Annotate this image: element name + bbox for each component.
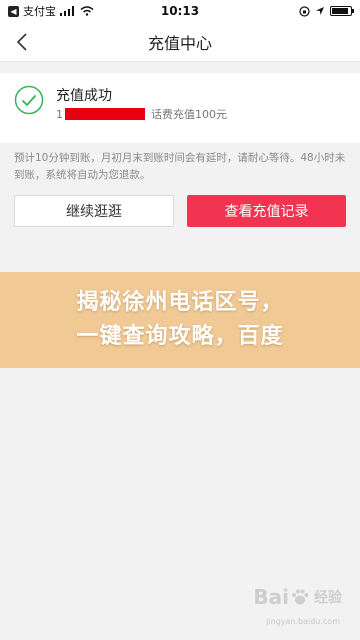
page-title: 充值中心 — [147, 33, 212, 53]
watermark-suffix: 经验 — [314, 590, 342, 606]
continue-shopping-button[interactable]: 继续逛逛 — [14, 195, 174, 227]
paw-icon — [292, 589, 309, 605]
baidu-watermark: Bai 经验 — [253, 585, 342, 609]
back-button[interactable] — [10, 30, 34, 54]
masked-phone-number — [65, 108, 145, 120]
result-card: 充值成功 1 话费充值100元 — [0, 73, 360, 143]
status-bar: ◀ 支付宝 10:13 — [0, 0, 360, 22]
back-arrow-icon[interactable]: ◀ — [8, 5, 19, 17]
status-right — [212, 5, 354, 17]
view-records-button[interactable]: 查看充值记录 — [187, 195, 346, 227]
signal-icon — [60, 6, 74, 16]
chevron-left-icon — [16, 33, 27, 51]
rotation-lock-icon — [299, 5, 310, 17]
banner-line-2: 一键查询攻略，百度 — [76, 324, 284, 349]
arrival-note: 预计10分钟到账，月初月末到账时间会有延时，请耐心等待。48小时未到账，系统将自… — [14, 152, 346, 181]
status-left: ◀ 支付宝 — [8, 3, 148, 19]
app-name: 支付宝 — [23, 5, 56, 18]
battery-level — [332, 8, 348, 14]
watermark-url: jingyan.baidu.com — [266, 617, 340, 626]
check-circle-icon — [14, 85, 44, 115]
wifi-icon — [80, 6, 94, 16]
recharge-amount: 话费充值100元 — [151, 108, 227, 121]
result-title: 充值成功 — [56, 88, 112, 104]
battery-icon — [330, 6, 354, 16]
location-icon — [316, 7, 324, 15]
result-detail: 1 话费充值100元 — [56, 106, 227, 122]
phone-prefix: 1 — [56, 107, 63, 121]
nav-bar: 充值中心 — [0, 22, 360, 62]
watermark-logo: Bai — [253, 585, 289, 609]
overlay-banner: 揭秘徐州电话区号， 一键查询攻略，百度 — [0, 272, 360, 368]
status-time: 10:13 — [160, 4, 200, 18]
banner-line-1: 揭秘徐州电话区号， — [76, 290, 284, 315]
